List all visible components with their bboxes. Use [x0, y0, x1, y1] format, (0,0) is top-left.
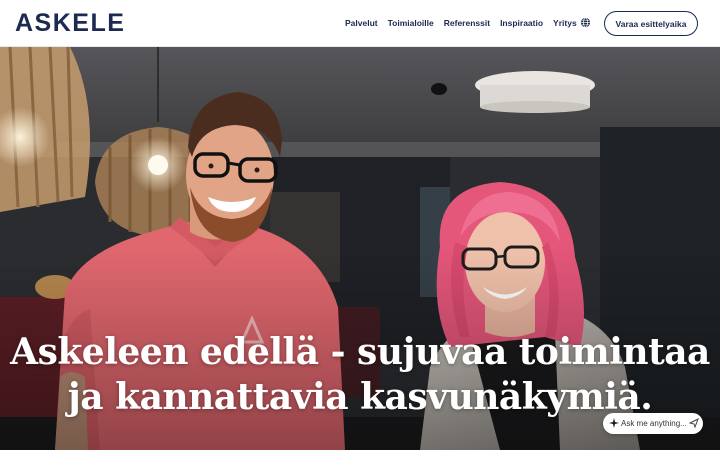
nav-item-inspiraatio[interactable]: Inspiraatio	[500, 17, 543, 29]
sparkle-icon	[609, 418, 619, 428]
nav-item-referenssit[interactable]: Referenssit	[444, 17, 490, 29]
chat-widget-label: Ask me anything...	[621, 419, 687, 428]
hero-headline: Askeleen edellä - sujuvaa toimintaa ja k…	[0, 330, 720, 420]
main-nav: Palvelut Toimialoille Referenssit Inspir…	[345, 17, 587, 29]
nav-item-toimialoille[interactable]: Toimialoille	[388, 17, 434, 29]
nav-item-palvelut[interactable]: Palvelut	[345, 17, 378, 29]
send-icon[interactable]	[689, 418, 699, 428]
chat-widget-button[interactable]: Ask me anything...	[603, 413, 703, 434]
book-demo-button[interactable]: Varaa esittelyaika	[604, 11, 698, 36]
globe-icon[interactable]	[580, 17, 591, 28]
site-header: ASKELE Palvelut Toimialoille Referenssit…	[0, 0, 720, 47]
hero-section: Askeleen edellä - sujuvaa toimintaa ja k…	[0, 47, 720, 450]
logo[interactable]: ASKELE	[15, 11, 125, 36]
nav-item-yritys[interactable]: Yritys	[553, 17, 577, 29]
hero-headline-line-1: Askeleen edellä - sujuvaa toimintaa	[10, 331, 710, 373]
